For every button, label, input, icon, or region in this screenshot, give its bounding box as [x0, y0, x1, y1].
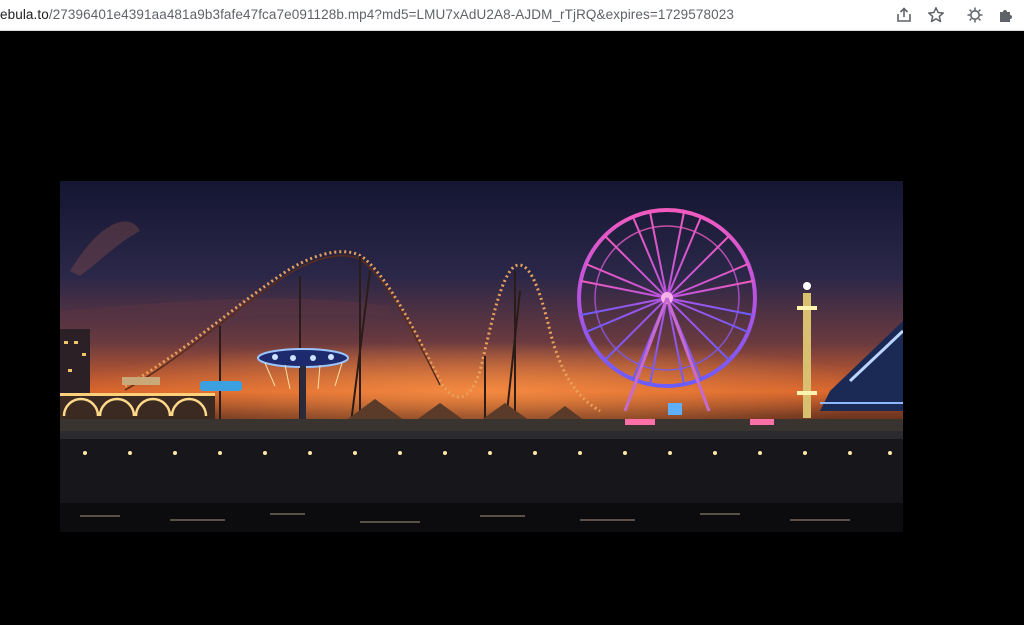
- address-bar[interactable]: ebula.to/27396401e4391aa481a9b3fafe47fca…: [0, 7, 734, 22]
- small-sign: [668, 403, 682, 415]
- url-host: ebula.to: [0, 7, 49, 22]
- share-icon[interactable]: [894, 5, 914, 25]
- arcade-trim: [60, 393, 215, 396]
- blue-sign: [200, 381, 242, 391]
- water: [60, 503, 903, 532]
- extension-icon[interactable]: [965, 5, 985, 25]
- boardwalk-buildings: [60, 419, 903, 433]
- sign: [122, 377, 160, 385]
- video-player[interactable]: [60, 181, 903, 532]
- video-frame: [60, 181, 903, 532]
- browser-toolbar: ebula.to/27396401e4391aa481a9b3fafe47fca…: [0, 0, 1024, 31]
- puzzle-icon[interactable]: [996, 5, 1016, 25]
- star-icon[interactable]: [926, 5, 946, 25]
- url-path: /27396401e4391aa481a9b3fafe47fca7e091128…: [48, 7, 734, 22]
- pier-deck: [60, 439, 903, 503]
- pier-railing: [60, 431, 903, 439]
